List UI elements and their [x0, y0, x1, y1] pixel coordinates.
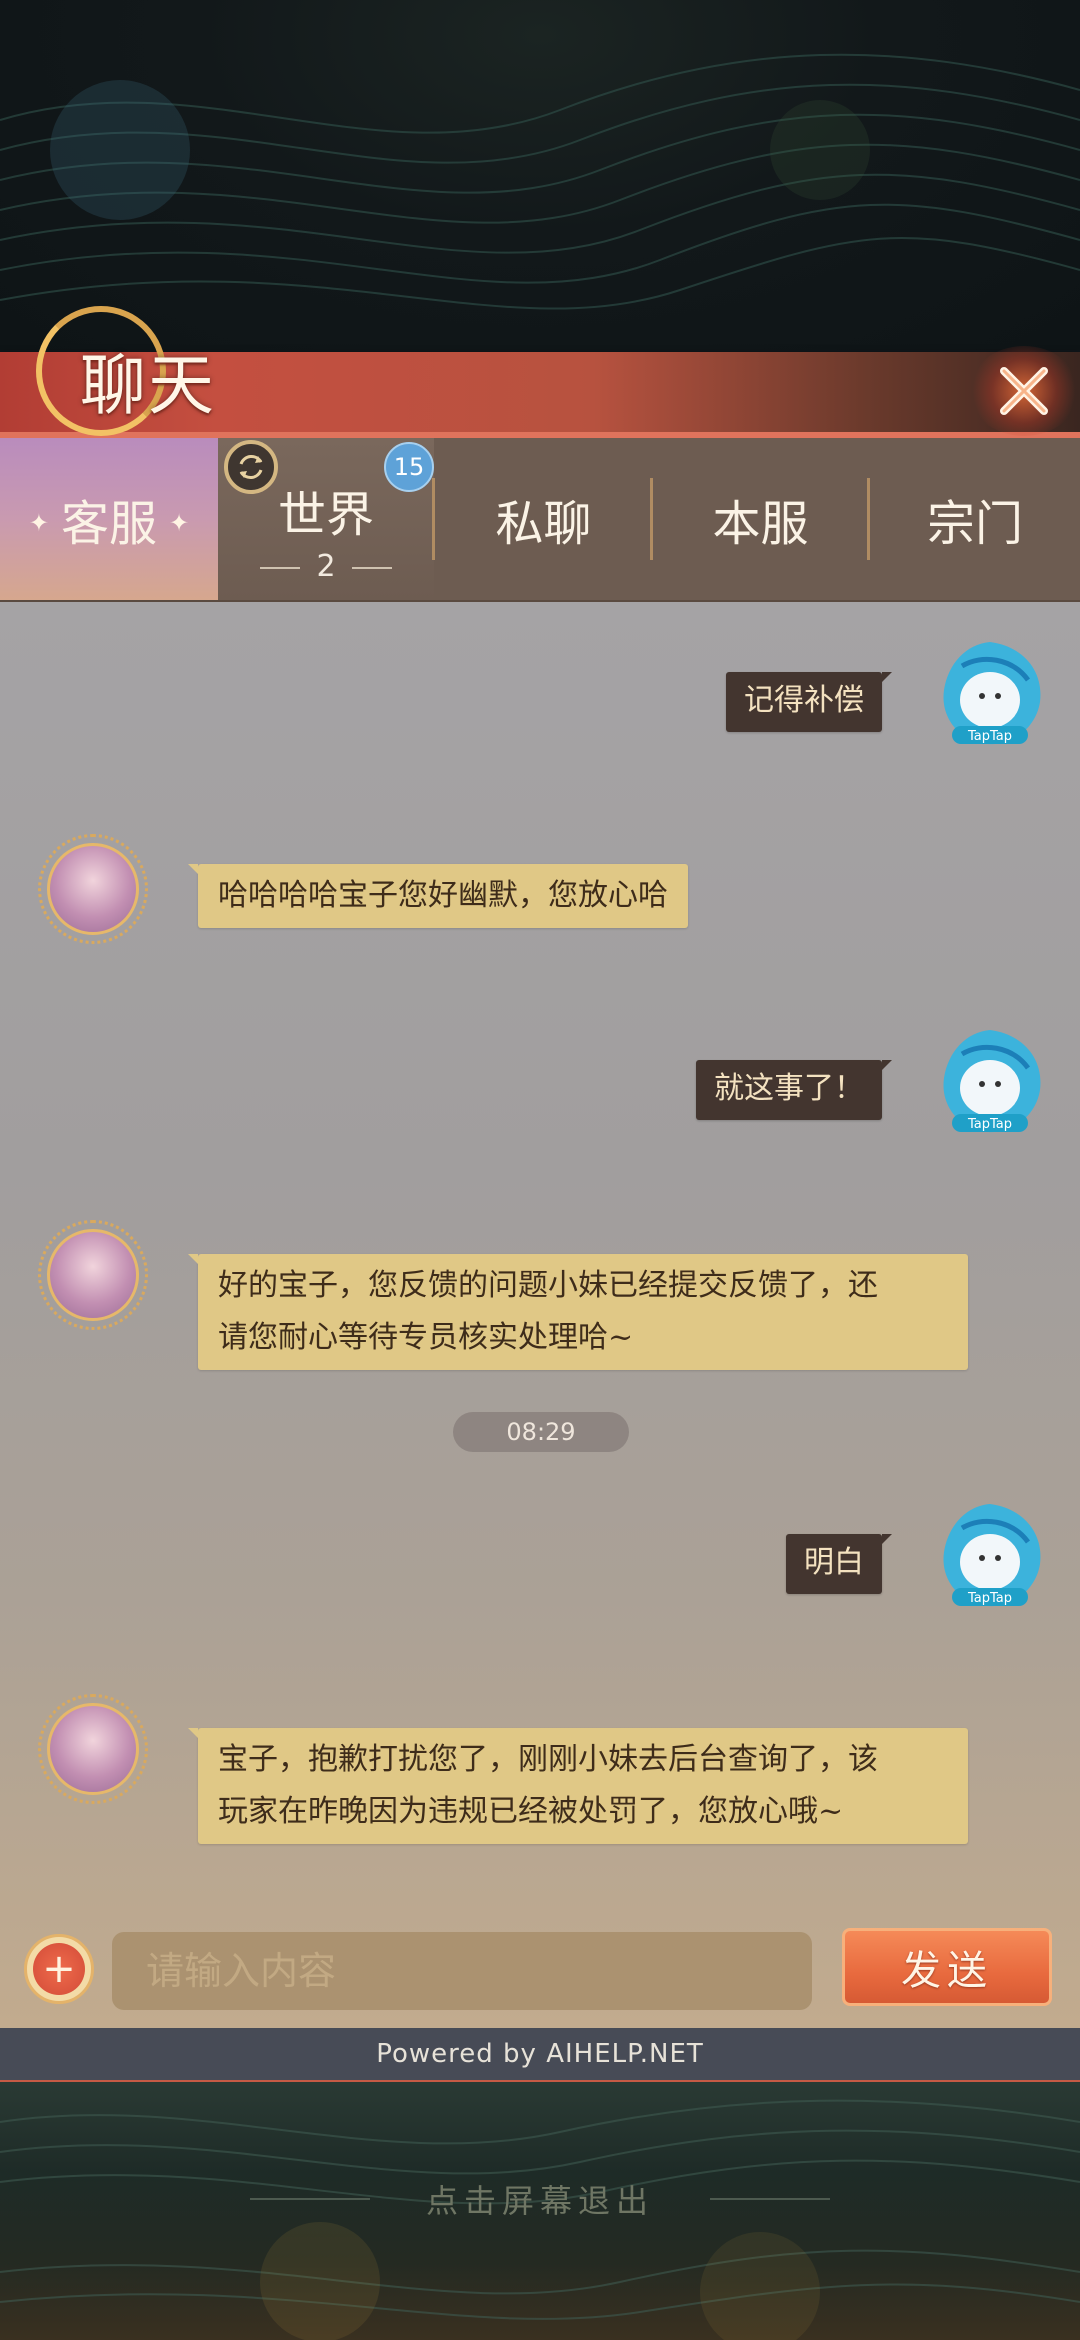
support-message-bubble[interactable]: 宝子，抱歉打扰您了，刚刚小妹去后台查询了，该 玩家在昨晚因为违规已经被处罚了，您… [188, 1728, 968, 1844]
svg-text:TapTap: TapTap [967, 729, 1012, 744]
tab-label: 客服 [60, 496, 157, 552]
message-input[interactable] [112, 1932, 812, 2010]
tab-customer-service[interactable]: ✦ 客服 ✦ [0, 438, 218, 600]
message-line: 请您耐心等待专员核实处理哈~ [218, 1320, 634, 1355]
svg-text:TapTap: TapTap [967, 1117, 1012, 1132]
taptap-avatar-icon[interactable]: TapTap [932, 636, 1048, 752]
close-x-icon [1000, 367, 1048, 415]
refresh-icon[interactable] [224, 440, 278, 494]
chat-tabs: ✦ 客服 ✦ 世界 2 私聊 本服 宗门 [0, 438, 1080, 602]
wave-pattern [0, 53, 1080, 310]
taptap-avatar-icon[interactable]: TapTap [932, 1024, 1048, 1140]
sparkle-icon: ✦ [169, 509, 190, 537]
tab-label: 宗门 [926, 496, 1023, 552]
tap-to-exit-hint[interactable]: 点击屏幕退出 [0, 2174, 1080, 2224]
svg-text:TapTap: TapTap [967, 1591, 1012, 1606]
tab-server[interactable]: 本服 [653, 438, 868, 600]
send-button[interactable]: 发送 [842, 1928, 1052, 2006]
world-unread-count: 2 [259, 548, 393, 584]
message-line: 玩家在昨晚因为违规已经被处罚了，您放心哦~ [218, 1794, 844, 1829]
page-title: 聊天 [80, 347, 216, 424]
add-attachment-button[interactable]: + [24, 1934, 94, 2004]
user-message-bubble[interactable]: 就这事了！ [696, 1060, 892, 1120]
tab-divider [432, 478, 435, 560]
sparkle-icon: ✦ [28, 509, 49, 537]
powered-by-footer[interactable]: Powered by AIHELP.NET [0, 2028, 1080, 2082]
tab-label: 本服 [712, 496, 809, 552]
support-agent-avatar-icon[interactable] [38, 1220, 148, 1330]
background-top [0, 0, 1080, 350]
message-line: 哈哈哈哈宝子您好幽默，您放心哈 [218, 878, 668, 913]
chat-message-list[interactable]: 记得补偿 TapTap 哈哈哈哈宝子您好幽默，您放心哈 就这事了！ TapTap… [0, 602, 1080, 2028]
support-message-bubble[interactable]: 好的宝子，您反馈的问题小妹已经提交反馈了，还 请您耐心等待专员核实处理哈~ [188, 1254, 968, 1370]
unread-badge: 15 [384, 442, 434, 492]
message-timestamp: 08:29 [453, 1412, 629, 1452]
tab-label: 世界 [277, 486, 374, 543]
user-message-bubble[interactable]: 记得补偿 [726, 672, 892, 732]
message-line: 好的宝子，您反馈的问题小妹已经提交反馈了，还 [218, 1268, 878, 1303]
user-message-bubble[interactable]: 明白 [786, 1534, 892, 1594]
support-agent-avatar-icon[interactable] [38, 1694, 148, 1804]
support-message-bubble[interactable]: 哈哈哈哈宝子您好幽默，您放心哈 [188, 864, 688, 928]
tab-sect[interactable]: 宗门 [870, 438, 1080, 600]
support-agent-avatar-icon[interactable] [38, 834, 148, 944]
tab-private-chat[interactable]: 私聊 [436, 438, 651, 600]
message-line: 宝子，抱歉打扰您了，刚刚小妹去后台查询了，该 [218, 1742, 878, 1777]
close-button[interactable] [969, 346, 1079, 436]
plus-icon: + [33, 1943, 85, 1995]
taptap-avatar-icon[interactable]: TapTap [932, 1498, 1048, 1614]
tab-label: 私聊 [495, 496, 592, 552]
